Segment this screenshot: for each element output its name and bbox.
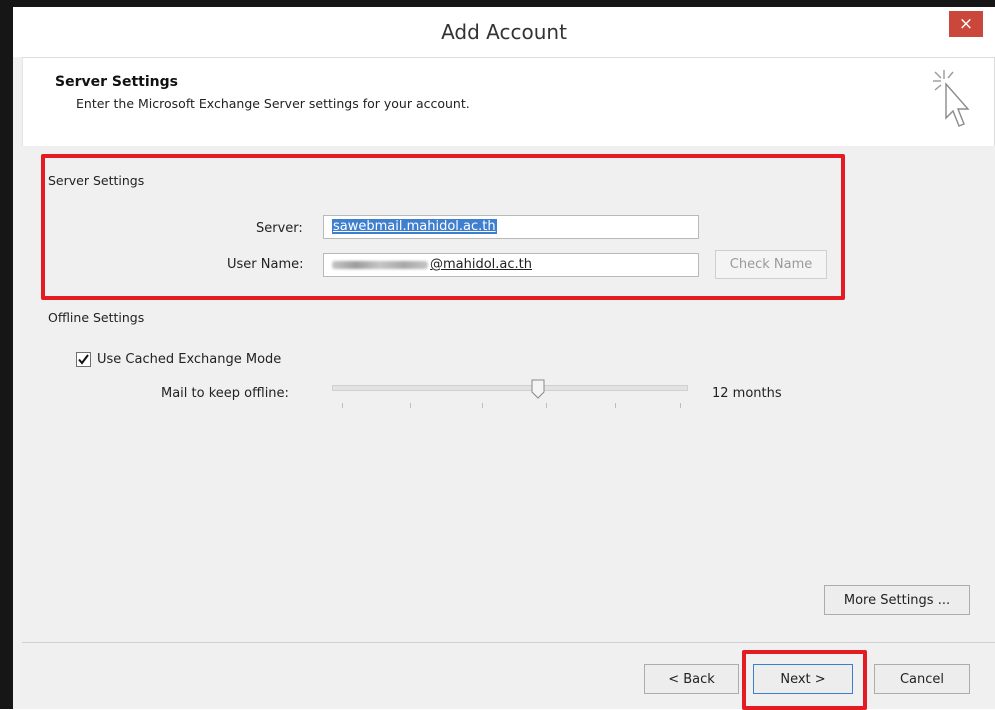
mail-keep-offline-label: Mail to keep offline: (161, 386, 289, 401)
slider-value-label: 12 months (712, 386, 782, 401)
server-settings-highlight (41, 154, 845, 300)
cancel-button[interactable]: Cancel (874, 664, 970, 694)
slider-tick (410, 403, 411, 408)
slider-tick (482, 403, 483, 408)
next-button-highlight (742, 650, 867, 710)
mail-keep-offline-slider[interactable] (332, 379, 688, 413)
cached-mode-checkbox[interactable] (76, 352, 91, 367)
title-bar: Add Account × (13, 7, 995, 57)
slider-tick (680, 403, 681, 408)
slider-thumb[interactable] (531, 379, 545, 399)
slider-tick (546, 403, 547, 408)
slider-track (332, 385, 688, 391)
header-title: Server Settings (55, 74, 178, 90)
add-account-dialog: Add Account × Server Settings Enter the … (0, 0, 995, 710)
header-subtitle: Enter the Microsoft Exchange Server sett… (76, 96, 470, 111)
cached-mode-label: Use Cached Exchange Mode (97, 352, 282, 367)
more-settings-button[interactable]: More Settings ... (824, 585, 970, 615)
checkmark-icon (78, 354, 89, 365)
footer-divider (22, 642, 995, 643)
close-button[interactable]: × (949, 11, 983, 37)
slider-tick (615, 403, 616, 408)
window-title: Add Account (441, 20, 567, 44)
offline-settings-group-label: Offline Settings (48, 310, 145, 325)
slider-tick (342, 403, 343, 408)
wizard-cursor-icon (933, 70, 970, 127)
wizard-header: Server Settings Enter the Microsoft Exch… (22, 57, 995, 147)
close-icon: × (958, 14, 974, 34)
back-button[interactable]: < Back (644, 664, 739, 694)
